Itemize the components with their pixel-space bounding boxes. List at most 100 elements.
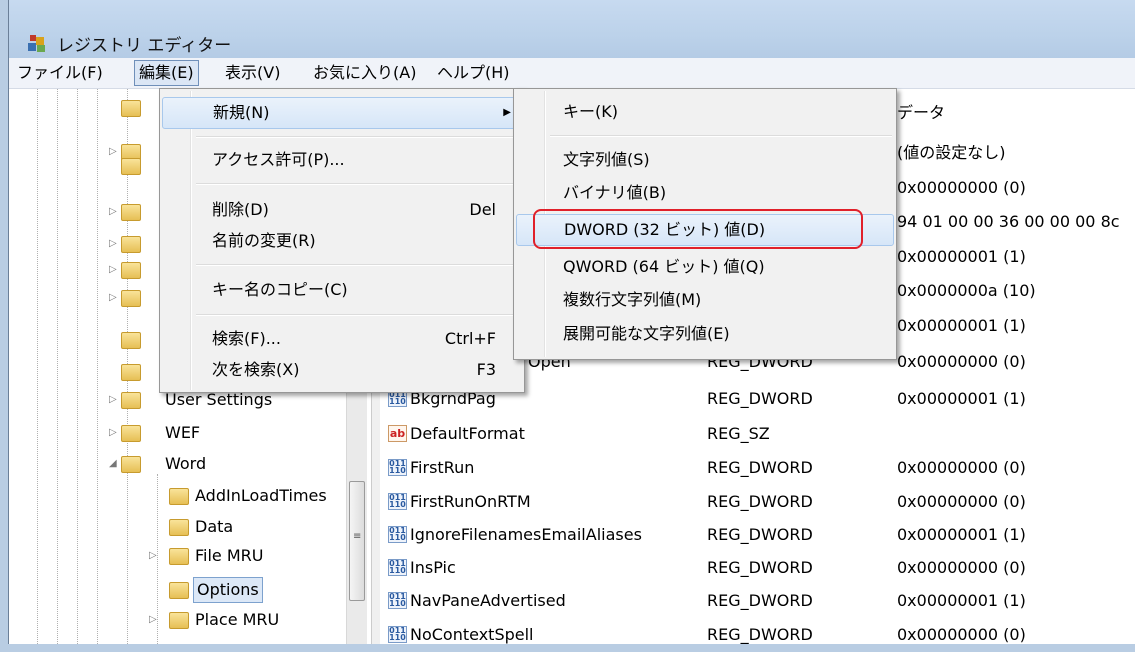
collapse-icon[interactable]: ◢ bbox=[109, 449, 119, 479]
folder-icon bbox=[121, 204, 141, 221]
value-data: 0x00000001 (1) bbox=[897, 591, 1026, 610]
list-row[interactable]: 011 110 NoContextSpell REG_DWORD 0x000000… bbox=[380, 617, 1135, 652]
window-title: レジストリ エディター bbox=[57, 36, 232, 56]
value-data: 0x00000000 (0) bbox=[897, 558, 1026, 577]
menu-item-new[interactable]: 新規(N) ▶ bbox=[162, 97, 522, 129]
value-data: 0x00000000 (0) bbox=[897, 492, 1026, 511]
value-data: 0x00000000 (0) bbox=[897, 625, 1026, 644]
tree-label-selected: Options bbox=[193, 577, 263, 603]
value-data: 94 01 00 00 36 00 00 00 8c bbox=[897, 212, 1120, 231]
list-row[interactable]: 011 110 FirstRunOnRTM REG_DWORD 0x0000000… bbox=[380, 484, 1135, 519]
folder-icon bbox=[169, 519, 189, 536]
menu-item-delete[interactable]: 削除(D) Del bbox=[162, 195, 522, 225]
registry-editor-icon bbox=[28, 35, 45, 52]
menu-item-find[interactable]: 検索(F)... Ctrl+F bbox=[162, 324, 522, 354]
value-data: 0x00000001 (1) bbox=[897, 389, 1026, 408]
value-name: InsPic bbox=[410, 558, 456, 577]
tree-label: Word bbox=[165, 454, 207, 473]
value-data: (値の設定なし) bbox=[897, 143, 1006, 162]
folder-icon bbox=[169, 488, 189, 505]
string-value-icon: ab bbox=[388, 425, 407, 442]
dword-value-icon: 011 110 bbox=[388, 493, 407, 510]
menu-item-copy-key-name[interactable]: キー名のコピー(C) bbox=[162, 275, 522, 305]
submenu-item-string-value[interactable]: 文字列値(S) bbox=[516, 145, 894, 175]
grip-icon: ≡ bbox=[353, 531, 362, 542]
value-name: IgnoreFilenamesEmailAliases bbox=[410, 525, 642, 544]
menu-view[interactable]: 表示(V) bbox=[221, 61, 284, 85]
list-row[interactable]: 011 110 IgnoreFilenamesEmailAliases REG_D… bbox=[380, 517, 1135, 552]
edit-menu: 新規(N) ▶ アクセス許可(P)... 削除(D) Del 名前の変更(R) … bbox=[159, 88, 525, 393]
value-data: 0x00000001 (1) bbox=[897, 247, 1026, 266]
value-data: 0x00000001 (1) bbox=[897, 525, 1026, 544]
value-data: 0x0000000a (10) bbox=[897, 281, 1036, 300]
menu-edit[interactable]: 編集(E) bbox=[134, 60, 199, 86]
list-row[interactable]: 011 110 InsPic REG_DWORD 0x00000000 (0) bbox=[380, 550, 1135, 585]
dword-value-icon: 011 110 bbox=[388, 559, 407, 576]
submenu-item-expandable-string-value[interactable]: 展開可能な文字列値(E) bbox=[516, 319, 894, 349]
menu-item-find-next[interactable]: 次を検索(X) F3 bbox=[162, 355, 522, 385]
folder-icon bbox=[121, 364, 141, 381]
folder-icon bbox=[121, 425, 141, 442]
value-name: DefaultFormat bbox=[410, 424, 525, 443]
folder-icon bbox=[169, 582, 189, 599]
menu-favorites[interactable]: お気に入り(A) bbox=[309, 61, 420, 85]
shortcut: Ctrl+F bbox=[444, 329, 496, 348]
dword-value-icon: 011 110 bbox=[388, 626, 407, 643]
value-type: REG_DWORD bbox=[707, 625, 813, 644]
value-type: REG_DWORD bbox=[707, 525, 813, 544]
folder-icon bbox=[121, 158, 141, 175]
tree-label: WEF bbox=[165, 423, 201, 442]
tree-label: AddInLoadTimes bbox=[195, 486, 327, 505]
submenu-item-qword-value[interactable]: QWORD (64 ビット) 値(Q) bbox=[516, 252, 894, 282]
submenu-item-multi-string-value[interactable]: 複数行文字列値(M) bbox=[516, 285, 894, 315]
tree-label: Place MRU bbox=[195, 610, 280, 629]
value-name: NoContextSpell bbox=[410, 625, 534, 644]
title-bar: レジストリ エディター bbox=[9, 0, 1135, 58]
folder-icon bbox=[121, 262, 141, 279]
value-data: 0x00000000 (0) bbox=[897, 458, 1026, 477]
value-name: NavPaneAdvertised bbox=[410, 591, 566, 610]
expand-icon[interactable]: ▷ bbox=[149, 605, 159, 635]
list-row[interactable]: ab DefaultFormat REG_SZ bbox=[380, 416, 1135, 451]
list-row[interactable]: 011 110 FirstRun REG_DWORD 0x00000000 (0) bbox=[380, 450, 1135, 485]
submenu-item-key[interactable]: キー(K) bbox=[516, 97, 894, 127]
value-data: 0x00000000 (0) bbox=[897, 178, 1026, 197]
value-type: REG_DWORD bbox=[707, 558, 813, 577]
menu-item-rename[interactable]: 名前の変更(R) bbox=[162, 226, 522, 256]
value-data: 0x00000000 (0) bbox=[897, 352, 1026, 371]
value-name: FirstRunOnRTM bbox=[410, 492, 531, 511]
dword-value-icon: 011 110 bbox=[388, 592, 407, 609]
expand-icon[interactable]: ▷ bbox=[109, 385, 119, 415]
submenu-item-binary-value[interactable]: バイナリ値(B) bbox=[516, 178, 894, 208]
value-type: REG_DWORD bbox=[707, 591, 813, 610]
column-header-data[interactable]: データ bbox=[897, 99, 945, 123]
dword-value-icon: 011 110 bbox=[388, 459, 407, 476]
list-row[interactable]: 011 110 NavPaneAdvertised REG_DWORD 0x000… bbox=[380, 583, 1135, 618]
folder-icon bbox=[121, 100, 141, 117]
folder-icon bbox=[169, 548, 189, 565]
expand-icon[interactable]: ▷ bbox=[109, 418, 119, 448]
shortcut: Del bbox=[469, 200, 496, 219]
shortcut: F3 bbox=[476, 360, 496, 379]
dword-value-icon: 011 110 bbox=[388, 526, 407, 543]
tree-label: File MRU bbox=[195, 546, 264, 565]
value-data: 0x00000001 (1) bbox=[897, 316, 1026, 335]
folder-icon bbox=[121, 236, 141, 253]
menu-help[interactable]: ヘルプ(H) bbox=[433, 61, 514, 85]
folder-icon bbox=[121, 392, 141, 409]
folder-icon bbox=[169, 612, 189, 629]
tree-label: Data bbox=[195, 517, 234, 536]
expand-icon[interactable]: ▷ bbox=[149, 541, 159, 571]
menu-bar: ファイル(F) 編集(E) 表示(V) お気に入り(A) ヘルプ(H) bbox=[9, 58, 1135, 89]
menu-item-permissions[interactable]: アクセス許可(P)... bbox=[162, 145, 522, 175]
value-type: REG_DWORD bbox=[707, 492, 813, 511]
value-type: REG_DWORD bbox=[707, 389, 813, 408]
value-type: REG_DWORD bbox=[707, 458, 813, 477]
highlight-annotation bbox=[533, 209, 863, 249]
scrollbar-thumb[interactable]: ≡ bbox=[349, 481, 365, 601]
folder-icon bbox=[121, 456, 141, 473]
folder-icon bbox=[121, 332, 141, 349]
registry-editor-window: レジストリ エディター ファイル(F) 編集(E) 表示(V) お気に入り(A)… bbox=[8, 0, 1135, 644]
value-name: FirstRun bbox=[410, 458, 475, 477]
menu-file[interactable]: ファイル(F) bbox=[13, 61, 107, 85]
